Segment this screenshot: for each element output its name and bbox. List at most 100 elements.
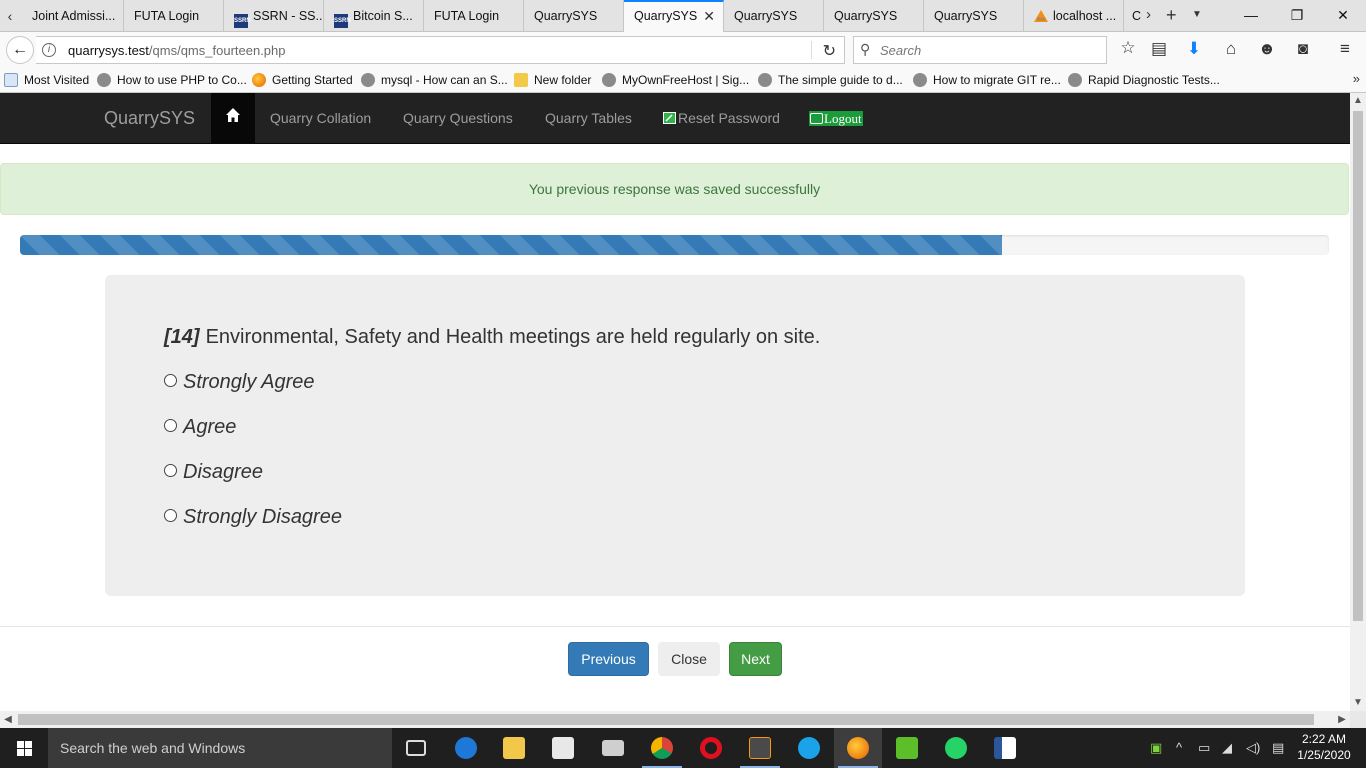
option-disagree[interactable]: Disagree <box>164 461 263 484</box>
radio-button[interactable] <box>164 419 177 432</box>
bookmark-item[interactable]: How to migrate GIT re... <box>913 73 1061 87</box>
url-bar[interactable]: i quarrysys.test/qms/qms_fourteen.php ↻ <box>36 36 845 64</box>
scroll-down-icon[interactable]: ▼ <box>1350 695 1366 711</box>
site-info-icon[interactable]: i <box>42 43 56 57</box>
menu-icon[interactable]: ≡ <box>1334 39 1356 59</box>
browser-tab[interactable]: QuarrySYS <box>924 0 1024 32</box>
bookmark-item[interactable]: Most Visited <box>4 73 89 87</box>
option-agree[interactable]: Agree <box>164 416 236 439</box>
browser-tab[interactable]: QuarrySYS <box>524 0 624 32</box>
logout-icon <box>810 113 823 124</box>
nav-quarry-tables[interactable]: Quarry Tables <box>545 110 632 126</box>
site-brand[interactable]: QuarrySYS <box>104 108 195 129</box>
show-hidden-icons-icon[interactable]: ^ <box>1176 740 1182 755</box>
horizontal-scrollbar[interactable]: ◀ ▶ <box>0 711 1350 728</box>
nav-logout[interactable]: Logout <box>809 111 863 126</box>
firefox-app[interactable] <box>834 728 882 768</box>
browser-tab[interactable]: FUTA Login <box>124 0 224 32</box>
survey-progress <box>20 235 1329 255</box>
new-tab-icon[interactable]: + <box>1166 5 1177 25</box>
nav-quarry-questions[interactable]: Quarry Questions <box>403 110 513 126</box>
restore-icon[interactable]: ❐ <box>1274 0 1320 30</box>
tab-scroll-left-icon[interactable]: ‹ <box>2 6 18 26</box>
home-browser-icon[interactable]: ⌂ <box>1220 39 1242 59</box>
word-app[interactable] <box>981 728 1029 768</box>
next-button[interactable]: Next <box>729 642 782 676</box>
bookmark-star-icon[interactable]: ☆ <box>1117 38 1139 58</box>
minimize-icon[interactable]: — <box>1228 0 1274 30</box>
bookmark-item[interactable]: Getting Started <box>252 73 353 87</box>
browser-tab-active[interactable]: QuarrySYS ✕ <box>624 0 724 32</box>
battery-icon[interactable]: ▭ <box>1198 740 1210 756</box>
bookmarks-toolbar: Most Visited How to use PHP to Co... Get… <box>0 68 1366 93</box>
system-clock[interactable]: 2:22 AM 1/25/2020 <box>1296 731 1352 763</box>
bookmark-item[interactable]: The simple guide to d... <box>758 73 903 87</box>
extension-icon[interactable]: ☻ <box>1256 39 1278 59</box>
vertical-scrollbar[interactable]: ▲ ▼ <box>1350 93 1366 711</box>
previous-button[interactable]: Previous <box>568 642 649 676</box>
store-icon <box>552 737 574 759</box>
nav-reset-password[interactable]: Reset Password <box>663 110 780 126</box>
nav-home[interactable] <box>211 93 255 143</box>
bookmark-item[interactable]: MyOwnFreeHost | Sig... <box>602 73 749 87</box>
clock-date: 1/25/2020 <box>1297 748 1351 762</box>
option-strongly-agree[interactable]: Strongly Agree <box>164 371 315 394</box>
mail-app[interactable] <box>589 728 637 768</box>
site-navbar: QuarrySYS Quarry Collation Quarry Questi… <box>0 93 1350 144</box>
search-bar[interactable]: ⚲ Search <box>853 36 1107 64</box>
list-all-tabs-icon[interactable]: ▼ <box>1192 5 1202 25</box>
close-button[interactable]: Close <box>658 642 720 676</box>
start-button[interactable] <box>0 728 48 768</box>
browser-tab[interactable]: Joint Admissi... <box>22 0 124 32</box>
browser-tab[interactable]: QuarrySYS <box>824 0 924 32</box>
url-text[interactable]: quarrysys.test/qms/qms_fourteen.php <box>68 43 286 58</box>
sublime-app[interactable] <box>736 728 784 768</box>
whatsapp-app[interactable] <box>932 728 980 768</box>
task-view-button[interactable] <box>392 728 440 768</box>
close-window-icon[interactable]: ✕ <box>1320 0 1366 30</box>
browser-tab[interactable]: C <box>1124 0 1142 32</box>
download-icon[interactable]: ⬇ <box>1183 39 1205 59</box>
close-tab-icon[interactable]: ✕ <box>703 2 715 31</box>
network-icon[interactable]: ◢ <box>1222 740 1232 756</box>
back-button[interactable]: ← <box>6 36 34 64</box>
bookmark-item[interactable]: How to use PHP to Co... <box>97 73 247 87</box>
pocket-icon[interactable]: ◙ <box>1292 39 1314 59</box>
radio-button[interactable] <box>164 509 177 522</box>
bookmark-item[interactable]: Rapid Diagnostic Tests... <box>1068 73 1220 87</box>
opera-app[interactable] <box>687 728 735 768</box>
notifications-icon[interactable]: ▤ <box>1272 740 1284 756</box>
tab-scroll-right-icon[interactable]: › <box>1146 5 1151 25</box>
nav-quarry-collation[interactable]: Quarry Collation <box>270 110 371 126</box>
scroll-up-icon[interactable]: ▲ <box>1350 93 1366 109</box>
browser-tab[interactable]: SSRN SSRN - SS... <box>224 0 324 32</box>
wifi-hotspot-app[interactable] <box>883 728 931 768</box>
store-app[interactable] <box>539 728 587 768</box>
browser-tab[interactable]: PMA localhost ... <box>1024 0 1124 32</box>
browser-tab[interactable]: SSRN Bitcoin S... <box>324 0 424 32</box>
bookmark-item[interactable]: New folder <box>514 73 591 87</box>
browser-tab[interactable]: QuarrySYS <box>724 0 824 32</box>
option-strongly-disagree[interactable]: Strongly Disagree <box>164 506 342 529</box>
chrome-app[interactable] <box>638 728 686 768</box>
home-icon <box>226 108 240 122</box>
scroll-right-icon[interactable]: ▶ <box>1334 711 1350 728</box>
edge-app[interactable] <box>442 728 490 768</box>
scroll-left-icon[interactable]: ◀ <box>0 711 16 728</box>
browser-tab[interactable]: FUTA Login <box>424 0 524 32</box>
question-text: [14] Environmental, Safety and Health mee… <box>164 326 821 348</box>
bookmark-item[interactable]: mysql - How can an S... <box>361 73 508 87</box>
library-icon[interactable]: ▤ <box>1148 39 1170 59</box>
file-explorer-app[interactable] <box>490 728 538 768</box>
volume-icon[interactable]: ◁) <box>1246 740 1260 756</box>
scroll-thumb[interactable] <box>18 714 1314 725</box>
more-bookmarks-icon[interactable]: » <box>1353 71 1360 86</box>
edge-icon <box>455 737 477 759</box>
reload-icon[interactable]: ↻ <box>823 41 836 61</box>
hotspot-tray-icon[interactable]: ▣ <box>1150 740 1162 756</box>
taskbar-search[interactable]: Search the web and Windows <box>48 728 392 768</box>
scroll-thumb[interactable] <box>1353 111 1363 621</box>
app-blue[interactable] <box>785 728 833 768</box>
radio-button[interactable] <box>164 374 177 387</box>
radio-button[interactable] <box>164 464 177 477</box>
